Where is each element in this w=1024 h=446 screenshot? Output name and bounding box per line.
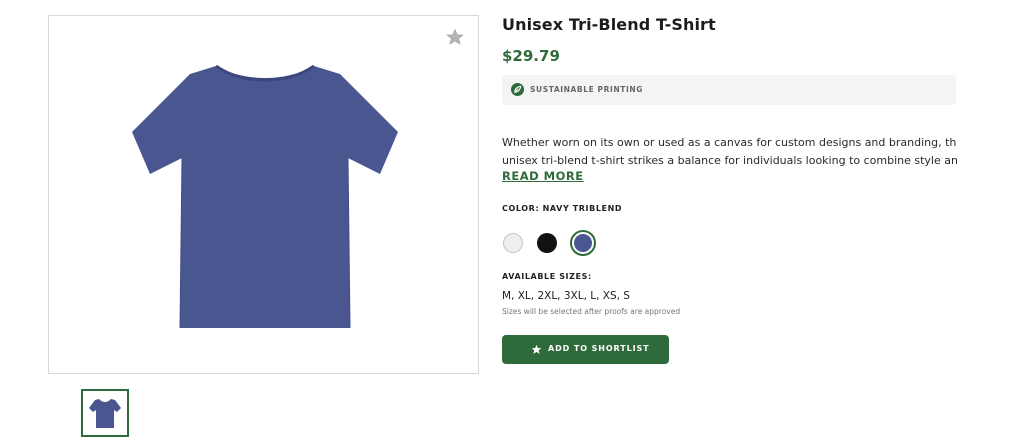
sizes-label: AVAILABLE SIZES: [502,272,592,281]
product-image-frame [48,15,479,374]
star-icon [531,344,542,354]
thumbnail-shirt-icon [89,399,121,428]
add-to-shortlist-button[interactable]: ADD TO SHORTLIST [502,335,669,364]
leaf-icon [511,83,524,96]
sustainable-printing-badge: SUSTAINABLE PRINTING [502,75,956,105]
product-price: $29.79 [502,47,560,65]
color-swatch-black[interactable] [537,233,557,253]
product-thumbnail[interactable] [81,389,129,437]
description-line: Whether worn on its own or used as a can… [502,136,957,149]
color-swatch-navy-triblend[interactable] [570,230,596,256]
sizes-note: Sizes will be selected after proofs are … [502,307,681,316]
product-description: Whether worn on its own or used as a can… [502,134,957,169]
color-label: COLOR: NAVY TRIBLEND [502,204,623,213]
badge-label: SUSTAINABLE PRINTING [530,85,644,94]
swatch-fill [574,234,592,252]
favorite-star-icon[interactable] [446,28,464,46]
color-swatch-white[interactable] [503,233,523,253]
product-image [132,64,398,329]
read-more-link[interactable]: READ MORE [502,169,584,183]
product-title: Unisex Tri-Blend T-Shirt [502,15,716,34]
sizes-list: M, XL, 2XL, 3XL, L, XS, S [502,290,630,302]
shortlist-button-label: ADD TO SHORTLIST [548,344,650,353]
description-line: unisex tri-blend t-shirt strikes a balan… [502,153,957,167]
